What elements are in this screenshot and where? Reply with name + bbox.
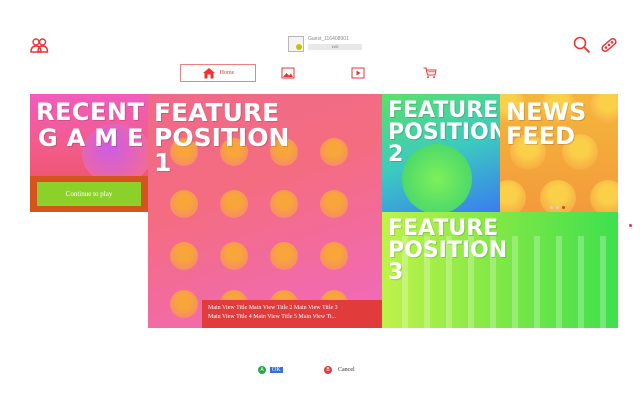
scroll-indicator xyxy=(629,224,632,227)
news-feed-title: NEWS FEED xyxy=(506,98,587,150)
decorative-stripe xyxy=(600,236,606,328)
decorative-dot xyxy=(170,290,198,318)
recent-game-title: RECENT xyxy=(36,98,145,126)
level-badge: LV0 xyxy=(308,44,362,50)
tab-home[interactable]: Home xyxy=(180,64,256,82)
pager-dot[interactable] xyxy=(562,206,565,209)
feature-position-3-title: FEATURE POSITION 3 xyxy=(388,216,508,285)
avatar xyxy=(288,36,304,52)
caption-line-1: Main View Title Main View Title 2 Main V… xyxy=(208,305,338,311)
friends-icon xyxy=(30,38,49,53)
decorative-stripe xyxy=(556,236,562,328)
decorative-stripe xyxy=(534,236,540,328)
recent-game-subtitle: GAME xyxy=(38,124,148,152)
username: Guest_116408901 xyxy=(308,36,349,42)
decorative-dot xyxy=(170,190,198,218)
decorative-dot xyxy=(320,138,348,166)
decorative-dot xyxy=(500,180,526,212)
feature-position-1-title: FEATURE POSITION 1 xyxy=(154,98,290,177)
decorative-dot xyxy=(270,190,298,218)
tab-video[interactable] xyxy=(346,64,370,82)
a-button-icon: A xyxy=(258,366,266,374)
decorative-dot xyxy=(590,94,618,124)
tab-gallery[interactable] xyxy=(276,64,300,82)
decorative-dot xyxy=(170,242,198,270)
feature-position-3-tile[interactable]: FEATURE POSITION 3 xyxy=(382,212,618,328)
caption-line-2: Main View Title 4 Main View Title 5 Main… xyxy=(208,314,337,320)
decorative-stripe xyxy=(578,236,584,328)
cancel-hint[interactable]: B Cancel xyxy=(324,366,355,374)
tab-shop[interactable] xyxy=(418,64,442,82)
image-icon xyxy=(281,67,295,79)
recent-game-tile[interactable]: RECENT GAME Continue to play xyxy=(30,94,148,212)
ok-label: OK xyxy=(270,367,283,373)
decorative-dot xyxy=(320,242,348,270)
b-button-icon: B xyxy=(324,366,332,374)
decorative-dot xyxy=(270,242,298,270)
search-icon xyxy=(573,36,591,54)
feature-caption: Main View Title Main View Title 2 Main V… xyxy=(202,300,382,328)
user-profile[interactable]: Guest_116408901 LV0 xyxy=(288,36,362,52)
settings-icon xyxy=(601,38,617,52)
pager-dot[interactable] xyxy=(550,206,553,209)
tab-home-label: Home xyxy=(219,70,235,76)
news-pager xyxy=(550,206,565,209)
decorative-dot xyxy=(220,190,248,218)
tab-bar: Home xyxy=(180,64,450,82)
decorative-stripe xyxy=(512,236,518,328)
settings-button[interactable] xyxy=(598,34,620,56)
home-icon xyxy=(202,68,215,79)
feature-position-1-tile[interactable]: FEATURE POSITION 1 Main View Title Main … xyxy=(148,94,382,328)
ok-hint[interactable]: A OK xyxy=(258,366,283,374)
pager-dot[interactable] xyxy=(556,206,559,209)
continue-to-play-button[interactable]: Continue to play xyxy=(37,182,141,206)
cart-icon xyxy=(423,67,437,79)
cancel-label: Cancel xyxy=(338,367,355,373)
decorative-dot xyxy=(590,180,618,212)
feature-position-2-tile[interactable]: FEATURE POSITION 2 xyxy=(382,94,500,212)
decorative-dot xyxy=(220,242,248,270)
play-icon xyxy=(351,67,365,79)
button-hints: A OK B Cancel xyxy=(0,364,640,378)
friends-button[interactable] xyxy=(28,34,50,56)
search-button[interactable] xyxy=(571,34,593,56)
decorative-dot xyxy=(320,190,348,218)
news-feed-tile[interactable]: NEWS FEED xyxy=(500,94,618,212)
feature-position-2-title: FEATURE POSITION 2 xyxy=(388,98,500,167)
